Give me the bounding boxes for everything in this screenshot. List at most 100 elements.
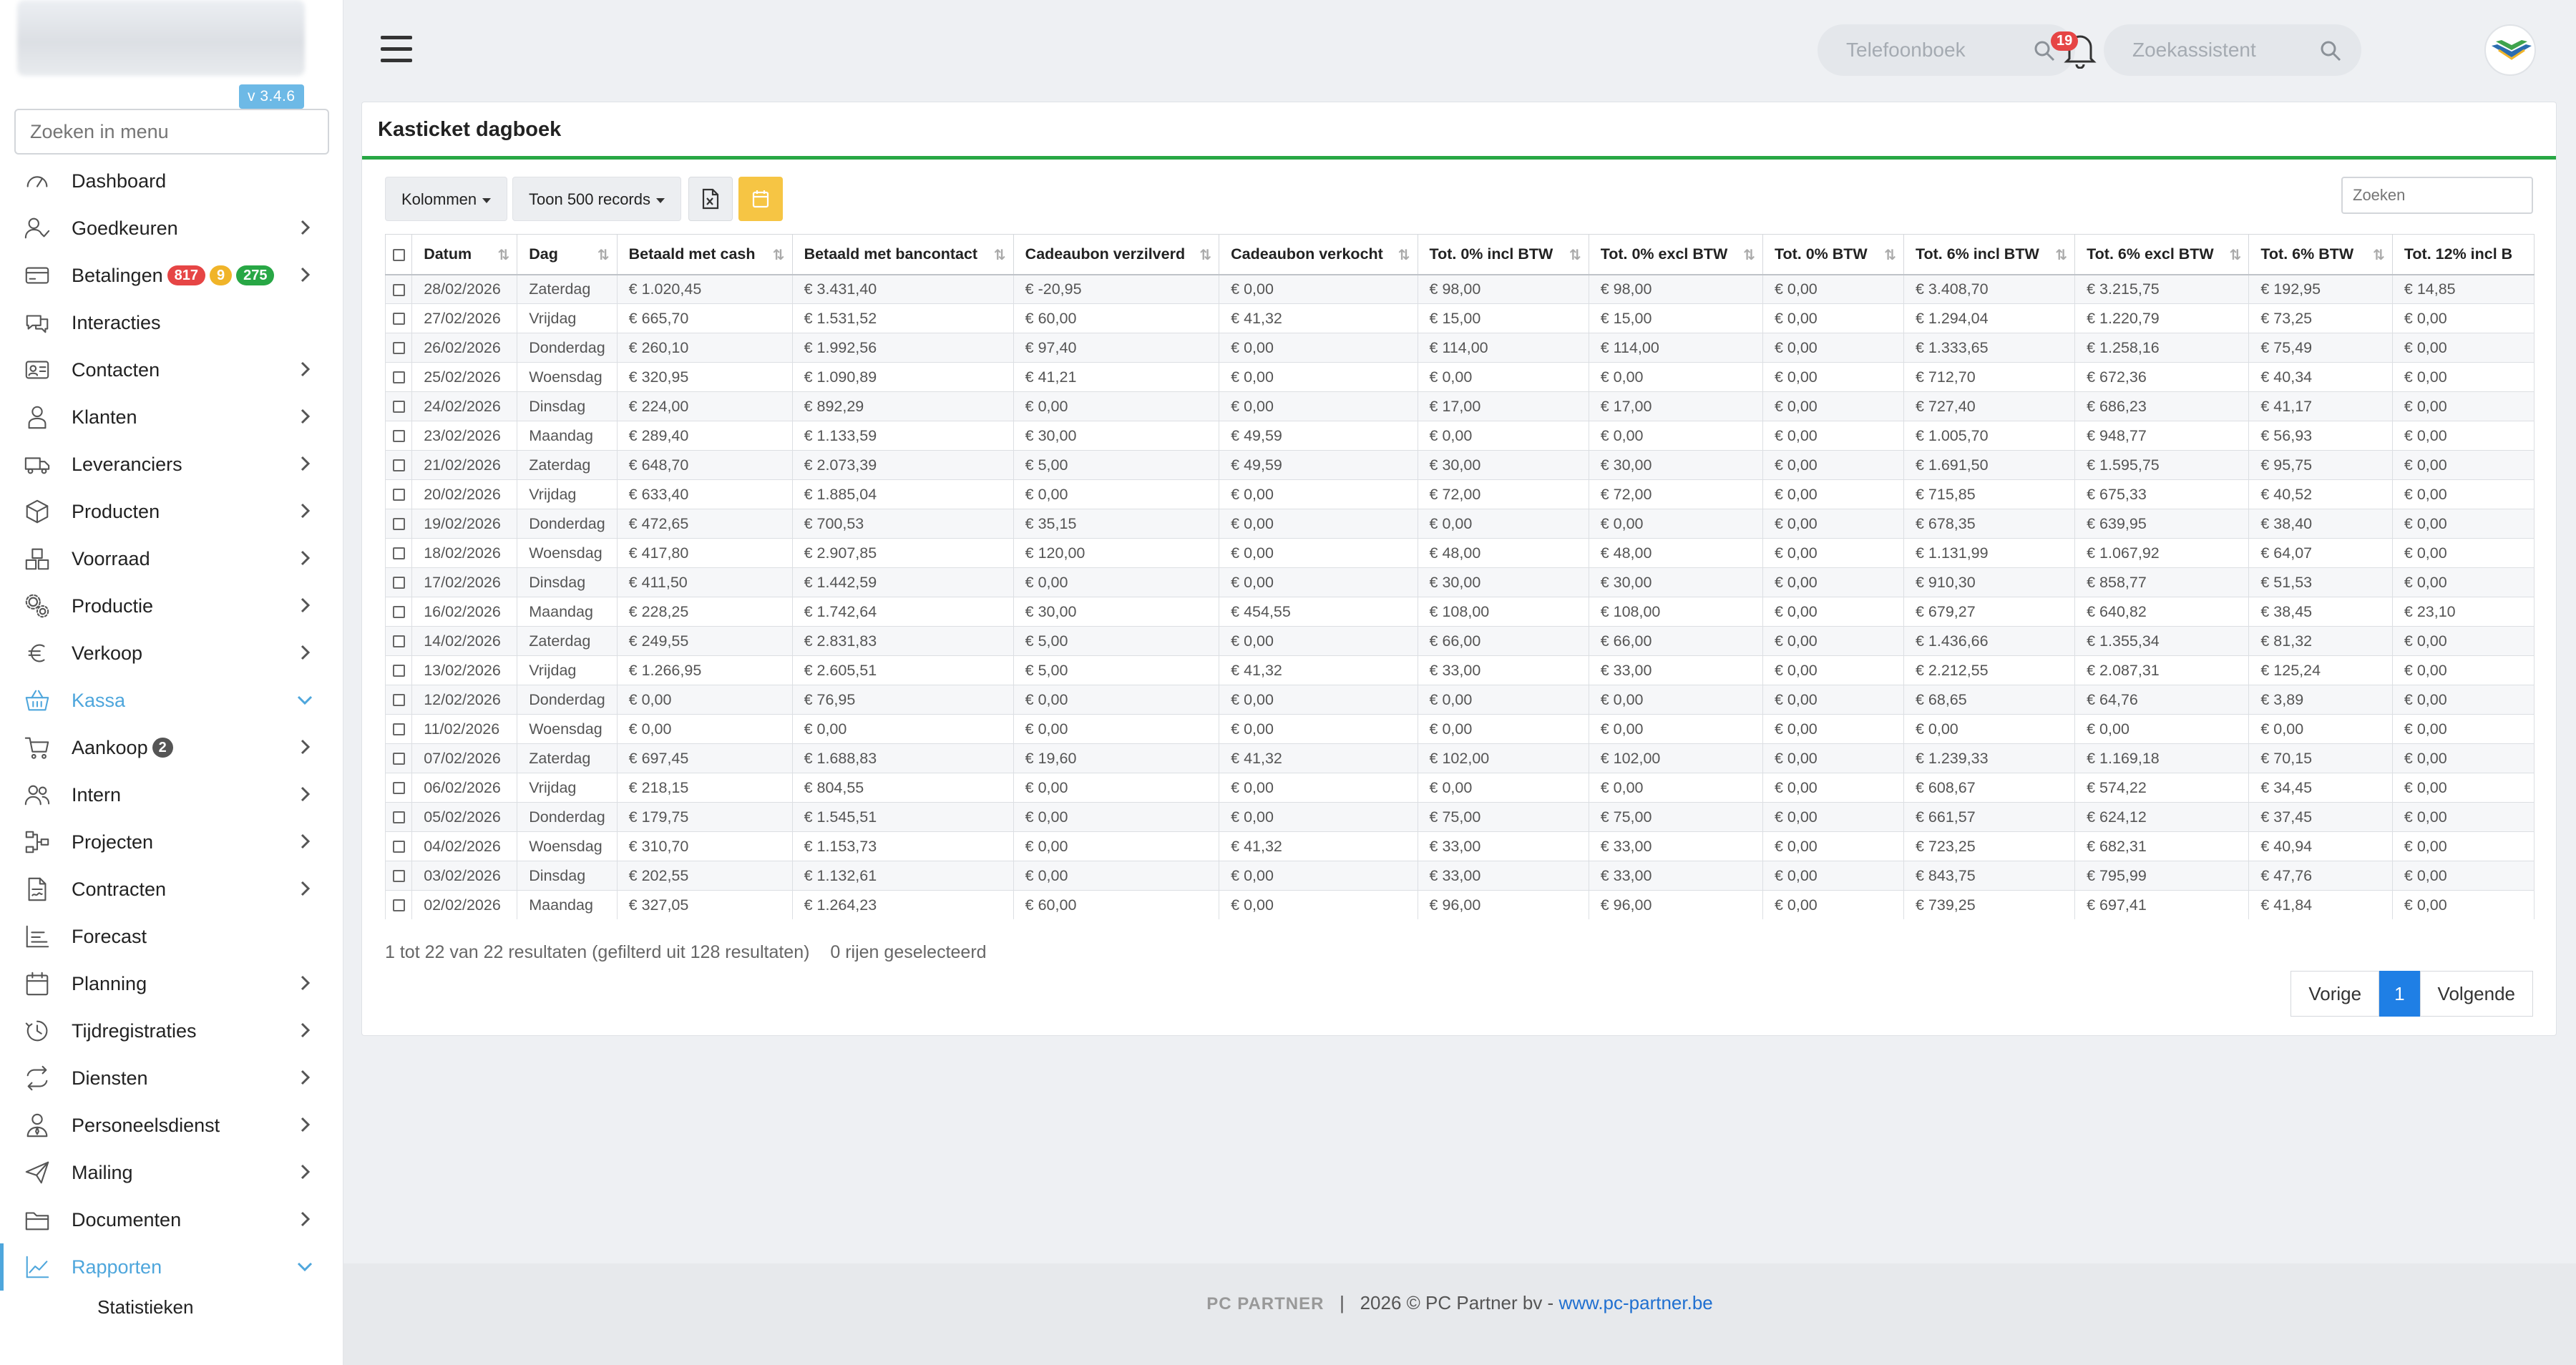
sidebar-item-contacten[interactable]: Contacten [0, 346, 343, 393]
row-checkbox[interactable] [385, 685, 413, 715]
row-checkbox[interactable] [385, 538, 413, 568]
sidebar-item-goedkeuren[interactable]: Goedkeuren [0, 205, 343, 252]
assistant-search[interactable]: Zoekassistent [2104, 24, 2361, 76]
sidebar-item-diensten[interactable]: Diensten [0, 1055, 343, 1102]
table-row[interactable]: 17/02/2026 Dinsdag € 411,50 € 1.442,59 € 0,0… [385, 567, 2534, 597]
sidebar-item-verkoop[interactable]: Verkoop [0, 630, 343, 677]
column-header[interactable]: Tot. 6% incl BTW ⇅ [1903, 234, 2076, 275]
row-checkbox[interactable] [385, 391, 413, 421]
row-checkbox[interactable] [385, 714, 413, 744]
footer-link[interactable]: www.pc-partner.be [1558, 1292, 1712, 1313]
columns-button[interactable]: Kolommen [385, 177, 508, 221]
next-page-button[interactable]: Volgende [2419, 971, 2533, 1017]
row-checkbox[interactable] [385, 890, 413, 919]
column-header[interactable]: Tot. 0% incl BTW ⇅ [1417, 234, 1589, 275]
sidebar-item-planning[interactable]: Planning [0, 960, 343, 1007]
sidebar-item-klanten[interactable]: Klanten [0, 393, 343, 441]
hamburger-menu-icon[interactable] [381, 36, 412, 63]
table-row[interactable]: 19/02/2026 Donderdag € 472,65 € 700,53 € 35,… [385, 509, 2534, 539]
sidebar-item-contracten[interactable]: Contracten [0, 866, 343, 913]
submenu-item-statistieken[interactable]: Statistieken [0, 1291, 343, 1324]
sidebar-item-kassa[interactable]: Kassa [0, 677, 343, 724]
column-header[interactable]: Datum ⇅ [411, 234, 518, 275]
sidebar-item-productie[interactable]: Productie [0, 582, 343, 630]
row-checkbox[interactable] [385, 597, 413, 627]
table-row[interactable]: 13/02/2026 Vrijdag € 1.266,95 € 2.605,51 € 5… [385, 655, 2534, 685]
table-row[interactable]: 18/02/2026 Woensdag € 417,80 € 2.907,85 € 12… [385, 538, 2534, 568]
sidebar-item-documenten[interactable]: Documenten [0, 1196, 343, 1243]
table-row[interactable]: 11/02/2026 Woensdag € 0,00 € 0,00 € 0,00 € 0,… [385, 714, 2534, 744]
table-search-input[interactable] [2341, 177, 2533, 214]
table-row[interactable]: 02/02/2026 Maandag € 327,05 € 1.264,23 € 60,… [385, 890, 2534, 919]
table-row[interactable]: 23/02/2026 Maandag € 289,40 € 1.133,59 € 30,… [385, 421, 2534, 451]
calendar-button[interactable] [738, 177, 783, 221]
row-checkbox[interactable] [385, 567, 413, 597]
row-checkbox[interactable] [385, 802, 413, 832]
column-header[interactable]: Tot. 0% BTW ⇅ [1762, 234, 1904, 275]
column-header[interactable]: Tot. 6% excl BTW ⇅ [2074, 234, 2250, 275]
chevron-right-icon [295, 359, 315, 379]
sidebar-item-aankoop[interactable]: Aankoop 2 [0, 724, 343, 771]
row-checkbox[interactable] [385, 773, 413, 803]
table-row[interactable]: 28/02/2026 Zaterdag € 1.020,45 € 3.431,40 € … [385, 274, 2534, 304]
column-header[interactable]: Betaald met cash ⇅ [616, 234, 793, 275]
row-checkbox[interactable] [385, 743, 413, 773]
row-checkbox[interactable] [385, 831, 413, 861]
table-row[interactable]: 06/02/2026 Vrijdag € 218,15 € 804,55 € 0,00 €… [385, 773, 2534, 803]
column-header[interactable]: Tot. 0% excl BTW ⇅ [1588, 234, 1763, 275]
row-checkbox[interactable] [385, 362, 413, 392]
avatar[interactable] [2484, 24, 2536, 76]
table-row[interactable]: 20/02/2026 Vrijdag € 633,40 € 1.885,04 € 0,0… [385, 479, 2534, 509]
sidebar-item-dashboard[interactable]: Dashboard [0, 157, 343, 205]
row-checkbox[interactable] [385, 861, 413, 891]
sidebar-item-betalingen[interactable]: Betalingen 817 9 275 [0, 252, 343, 299]
row-checkbox[interactable] [385, 274, 413, 304]
phonebook-search[interactable]: Telefoonboek [1818, 24, 2075, 76]
row-checkbox[interactable] [385, 626, 413, 656]
column-header[interactable]: Dag ⇅ [517, 234, 618, 275]
export-excel-button[interactable] [688, 177, 733, 221]
table-cell: € 892,29 [791, 391, 1014, 421]
table-row[interactable]: 05/02/2026 Donderdag € 179,75 € 1.545,51 € 0… [385, 802, 2534, 832]
row-checkbox[interactable] [385, 655, 413, 685]
table-row[interactable]: 12/02/2026 Donderdag € 0,00 € 76,95 € 0,00 € … [385, 685, 2534, 715]
column-header[interactable]: Betaald met bancontact ⇅ [791, 234, 1014, 275]
select-all-checkbox[interactable] [385, 234, 413, 275]
table-row[interactable]: 25/02/2026 Woensdag € 320,95 € 1.090,89 € 41… [385, 362, 2534, 392]
sidebar-item-leveranciers[interactable]: Leveranciers [0, 441, 343, 488]
table-row[interactable]: 16/02/2026 Maandag € 228,25 € 1.742,64 € 30,… [385, 597, 2534, 627]
table-row[interactable]: 04/02/2026 Woensdag € 310,70 € 1.153,73 € 0,… [385, 831, 2534, 861]
row-checkbox[interactable] [385, 303, 413, 333]
table-row[interactable]: 27/02/2026 Vrijdag € 665,70 € 1.531,52 € 60,… [385, 303, 2534, 333]
current-page-button[interactable]: 1 [2379, 971, 2420, 1017]
sidebar-item-tijdregistraties[interactable]: Tijdregistraties [0, 1007, 343, 1055]
menu-search-input[interactable] [14, 109, 329, 155]
row-checkbox[interactable] [385, 333, 413, 363]
sidebar-item-voorraad[interactable]: Voorraad [0, 535, 343, 582]
table-row[interactable]: 26/02/2026 Donderdag € 260,10 € 1.992,56 € 9… [385, 333, 2534, 363]
sidebar-item-producten[interactable]: Producten [0, 488, 343, 535]
sidebar-item-forecast[interactable]: Forecast [0, 913, 343, 960]
table-row[interactable]: 24/02/2026 Dinsdag € 224,00 € 892,29 € 0,00 €… [385, 391, 2534, 421]
column-header[interactable]: Cadeaubon verkocht ⇅ [1219, 234, 1418, 275]
column-header[interactable]: Tot. 12% incl B [2391, 234, 2534, 275]
sidebar-item-mailing[interactable]: Mailing [0, 1149, 343, 1196]
table-row[interactable]: 14/02/2026 Zaterdag € 249,55 € 2.831,83 € 5,… [385, 626, 2534, 656]
table-row[interactable]: 03/02/2026 Dinsdag € 202,55 € 1.132,61 € 0,0… [385, 861, 2534, 891]
sidebar-item-projecten[interactable]: Projecten [0, 818, 343, 866]
column-header[interactable]: Tot. 6% BTW ⇅ [2248, 234, 2393, 275]
sidebar-item-intern[interactable]: Intern [0, 771, 343, 818]
sidebar-item-rapporten[interactable]: Rapporten [0, 1243, 343, 1291]
row-checkbox[interactable] [385, 421, 413, 451]
chevron-right-icon [295, 1209, 315, 1229]
column-header[interactable]: Cadeaubon verzilverd ⇅ [1013, 234, 1220, 275]
table-row[interactable]: 07/02/2026 Zaterdag € 697,45 € 1.688,83 € 19… [385, 743, 2534, 773]
sidebar-item-interacties[interactable]: Interacties [0, 299, 343, 346]
previous-page-button[interactable]: Vorige [2290, 971, 2380, 1017]
records-button[interactable]: Toon 500 records [512, 177, 681, 221]
row-checkbox[interactable] [385, 509, 413, 539]
sidebar-item-personeelsdienst[interactable]: Personeelsdienst [0, 1102, 343, 1149]
table-row[interactable]: 21/02/2026 Zaterdag € 648,70 € 2.073,39 € 5,… [385, 450, 2534, 480]
row-checkbox[interactable] [385, 450, 413, 480]
row-checkbox[interactable] [385, 479, 413, 509]
